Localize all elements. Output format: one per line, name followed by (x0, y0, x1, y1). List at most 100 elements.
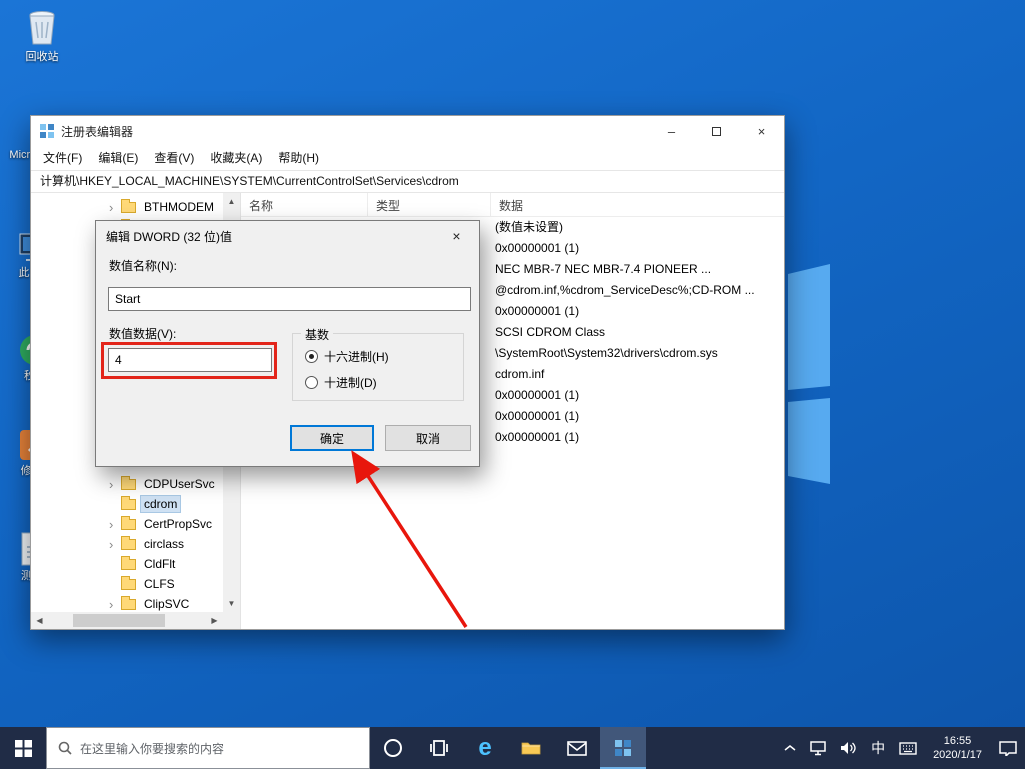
search-placeholder: 在这里输入你要搜索的内容 (80, 740, 224, 757)
system-tray: 中 16:55 2020/1/17 (777, 727, 1025, 769)
dialog-title: 编辑 DWORD (32 位)值 (96, 221, 479, 251)
menu-item-favorites[interactable]: 收藏夹(A) (202, 146, 270, 170)
scrollbar-thumb[interactable] (73, 614, 165, 627)
cancel-button[interactable]: 取消 (385, 425, 471, 451)
cortana-button[interactable] (370, 727, 416, 769)
dialog-close-button[interactable]: × (434, 221, 479, 251)
taskbar-search-box[interactable]: 在这里输入你要搜索的内容 (46, 727, 370, 769)
chevron-right-icon[interactable]: › (109, 537, 121, 552)
tree-item-label: cdrom (141, 496, 180, 512)
folder-icon (121, 599, 136, 610)
base-group: 基数 十六进制(H) 十进制(D) (292, 333, 464, 401)
tree-horizontal-scrollbar[interactable]: ◀ ▶ (31, 612, 240, 629)
tray-date: 2020/1/17 (933, 748, 982, 762)
task-view-button[interactable] (416, 727, 462, 769)
maximize-button[interactable] (694, 116, 739, 146)
column-header-name[interactable]: 名称 (241, 193, 368, 216)
column-header-data[interactable]: 数据 (491, 193, 784, 216)
menu-item-file[interactable]: 文件(F) (35, 146, 90, 170)
tray-network[interactable] (803, 727, 833, 769)
folder-icon (121, 519, 136, 530)
tree-item[interactable]: CldFlt (31, 554, 223, 574)
folder-icon (521, 740, 541, 756)
tree-item-label: CldFlt (141, 556, 178, 572)
list-header: 名称 类型 数据 (241, 193, 784, 217)
scroll-right-arrow-icon[interactable]: ▶ (206, 612, 223, 629)
chevron-right-icon[interactable]: › (109, 517, 121, 532)
ok-button[interactable]: 确定 (290, 425, 374, 451)
taskbar-regedit-button[interactable] (600, 727, 646, 769)
value-name-label: 数值名称(N): (109, 257, 177, 274)
window-title: 注册表编辑器 (61, 123, 133, 140)
tree-item[interactable]: › BTHMODEM (31, 197, 223, 217)
speaker-icon (840, 741, 857, 755)
tray-clock[interactable]: 16:55 2020/1/17 (924, 727, 991, 769)
folder-icon (121, 202, 136, 213)
radio-label: 十进制(D) (324, 374, 377, 391)
ime-label: 中 (871, 738, 885, 758)
taskbar-mail-button[interactable] (554, 727, 600, 769)
mail-icon (567, 741, 587, 756)
tree-item[interactable]: › ClipSVC (31, 594, 223, 614)
radio-selected-icon[interactable] (305, 350, 318, 363)
tray-show-hidden-icons[interactable] (777, 727, 803, 769)
close-button[interactable]: × (739, 116, 784, 146)
tree-item-label: CLFS (141, 576, 178, 592)
scrollbar-corner (223, 612, 240, 629)
value-data-field[interactable]: 4 (108, 348, 272, 372)
menu-bar: 文件(F) 编辑(E) 查看(V) 收藏夹(A) 帮助(H) (31, 146, 784, 170)
tree-item[interactable]: › CDPUserSvc (31, 474, 223, 494)
base-group-label: 基数 (301, 326, 333, 343)
folder-icon (121, 479, 136, 490)
tree-item-label: CDPUserSvc (141, 476, 218, 492)
window-titlebar[interactable]: 注册表编辑器 – × (31, 116, 784, 146)
chevron-right-icon[interactable]: › (109, 597, 121, 612)
tree-item[interactable]: › CertPropSvc (31, 514, 223, 534)
tray-ime-indicator[interactable]: 中 (864, 727, 892, 769)
start-button[interactable] (0, 727, 46, 769)
tree-item-label: ClipSVC (141, 596, 192, 612)
value-name-field[interactable]: Start (108, 287, 471, 311)
action-center-button[interactable] (991, 727, 1025, 769)
scroll-left-arrow-icon[interactable]: ◀ (31, 612, 48, 629)
menu-item-help[interactable]: 帮助(H) (270, 146, 327, 170)
menu-item-edit[interactable]: 编辑(E) (90, 146, 146, 170)
column-header-type[interactable]: 类型 (368, 193, 491, 216)
wallpaper-windows-logo (778, 258, 838, 490)
menu-item-view[interactable]: 查看(V) (146, 146, 202, 170)
chevron-right-icon[interactable]: › (109, 477, 121, 492)
taskbar-edge-button[interactable]: e (462, 727, 508, 769)
radio-unselected-icon[interactable] (305, 376, 318, 389)
maximize-icon (712, 127, 721, 136)
value-data-label: 数值数据(V): (109, 325, 176, 342)
folder-icon (121, 579, 136, 590)
radio-decimal[interactable]: 十进制(D) (305, 374, 377, 391)
scroll-down-arrow-icon[interactable]: ▼ (223, 595, 240, 612)
notification-icon (998, 740, 1018, 756)
radio-hexadecimal[interactable]: 十六进制(H) (305, 348, 389, 365)
task-view-icon (429, 740, 449, 756)
regedit-app-icon (39, 123, 55, 139)
taskbar: 在这里输入你要搜索的内容 e (0, 727, 1025, 769)
tree-item-cdrom[interactable]: cdrom (31, 494, 223, 514)
edit-dword-dialog: 编辑 DWORD (32 位)值 × 数值名称(N): Start 数值数据(V… (95, 220, 480, 467)
registry-address-bar[interactable]: 计算机\HKEY_LOCAL_MACHINE\SYSTEM\CurrentCon… (31, 170, 784, 193)
tray-volume[interactable] (833, 727, 864, 769)
tree-item-label: BTHMODEM (141, 199, 217, 215)
scroll-up-arrow-icon[interactable]: ▲ (223, 193, 240, 210)
radio-label: 十六进制(H) (324, 348, 389, 365)
tree-item[interactable]: CLFS (31, 574, 223, 594)
desktop-icon-recycle-bin[interactable]: 回收站 (10, 6, 74, 64)
keyboard-icon (899, 742, 917, 755)
tree-item-label: circlass (141, 536, 187, 552)
cortana-icon (383, 738, 403, 758)
taskbar-explorer-button[interactable] (508, 727, 554, 769)
folder-icon (121, 499, 136, 510)
tree-item[interactable]: › circlass (31, 534, 223, 554)
recycle-bin-icon (10, 6, 74, 48)
folder-icon (121, 539, 136, 550)
chevron-right-icon[interactable]: › (109, 200, 121, 215)
regedit-icon (613, 738, 633, 758)
tray-touch-keyboard[interactable] (892, 727, 924, 769)
minimize-button[interactable]: – (649, 116, 694, 146)
